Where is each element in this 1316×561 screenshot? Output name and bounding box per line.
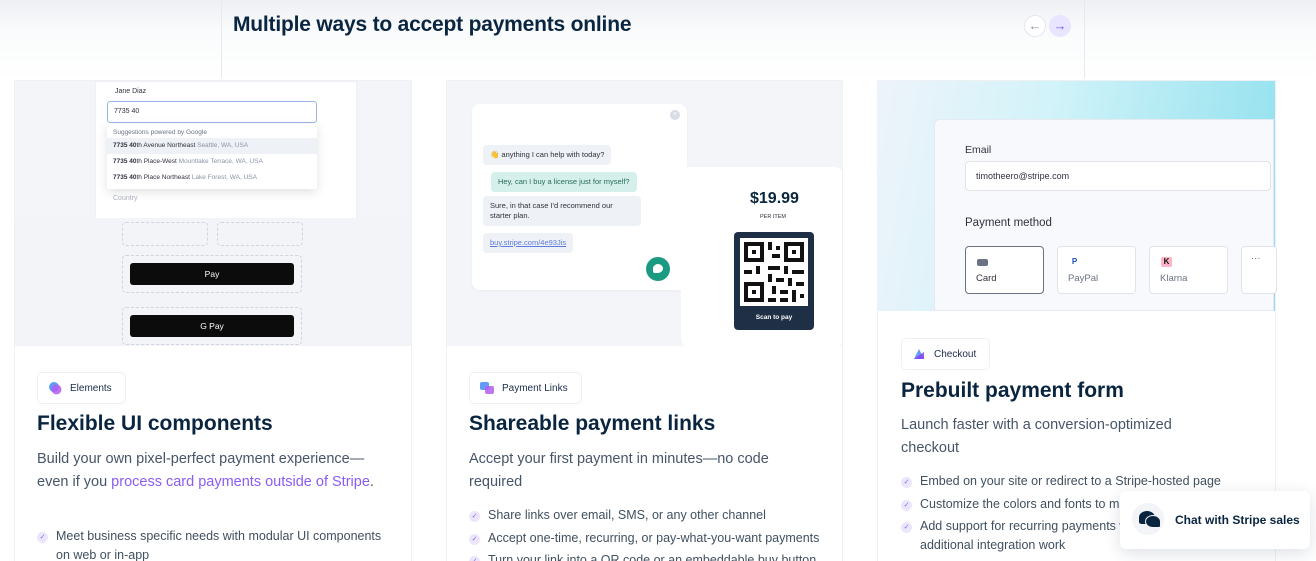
suggestion-location: Lake Forest, WA, USA (191, 174, 257, 181)
layout-guide-line (221, 0, 222, 78)
suggestion-location: Mountlake Terrace, WA, USA (178, 158, 263, 165)
checkout-demo: Email timotheero@stripe.com Payment meth… (878, 81, 1277, 311)
card-title: Flexible UI components (37, 412, 273, 435)
qr-code-graphic (744, 242, 804, 302)
suggestion-location: Seattle, WA, USA (197, 142, 249, 149)
country-label: Country (113, 195, 138, 202)
check-icon: ✓ (901, 522, 912, 533)
feature-list: ✓ Meet business specific needs with modul… (37, 527, 387, 561)
placeholder-field (122, 222, 208, 246)
more-icon: ··· (1251, 253, 1261, 264)
badge-label: Elements (70, 382, 112, 394)
header-band (0, 0, 1316, 80)
check-icon: ✓ (469, 511, 480, 522)
payment-links-logo-icon (480, 382, 494, 394)
chat-bubbles-icon (1132, 503, 1164, 535)
chat-with-sales-label: Chat with Stripe sales (1175, 513, 1300, 527)
feature-list: ✓ Share links over email, SMS, or any oth… (469, 506, 829, 561)
address-name: Jane Diaz (115, 88, 147, 95)
card-description: Build your own pixel-perfect payment exp… (37, 451, 374, 490)
chat-message: Sure, in that case I'd recommend our sta… (483, 196, 641, 226)
suggestion-text: th Place Northeast (136, 174, 190, 181)
elements-badge: Elements (37, 372, 126, 404)
email-label: Email (965, 144, 992, 156)
payment-links-card: × 👋 anything I can help with today? Hey,… (446, 80, 843, 561)
payment-method-label: Payment method (965, 217, 1052, 229)
address-suggestions: Suggestions powered by Google 7735 40th … (107, 124, 317, 189)
section-title: Multiple ways to accept payments online (233, 13, 632, 36)
suggestion-item[interactable]: 7735 40th Place-West Mountlake Terrace, … (107, 154, 317, 170)
elements-demo: Jane Diaz 7735 40 Suggestions powered by… (15, 81, 411, 346)
scan-to-pay-label: Scan to pay (755, 314, 793, 321)
price-unit: PER ITEM (760, 214, 786, 220)
carousel-next-button[interactable]: → (1049, 15, 1071, 37)
suggestion-item[interactable]: 7735 40th Avenue Northeast Seattle, WA, … (107, 138, 317, 154)
payment-method-card[interactable]: Card (965, 246, 1044, 294)
badge-label: Checkout (934, 348, 977, 360)
check-icon: ✓ (37, 532, 48, 543)
checkout-badge: Checkout (901, 338, 991, 370)
suggestion-bold: 7735 40 (113, 158, 137, 165)
qr-code-icon (740, 238, 808, 306)
google-pay-button[interactable]: G Pay (130, 315, 294, 337)
card-description: Launch faster with a conversion-optimize… (901, 417, 1172, 456)
address-input[interactable]: 7735 40 (107, 101, 317, 123)
check-icon: ✓ (469, 533, 480, 545)
feature-item: ✓ Embed on your site or redirect to a Str… (901, 472, 1231, 491)
close-icon[interactable]: × (670, 110, 680, 120)
feature-item: ✓ Meet business specific needs with modul… (37, 527, 387, 561)
qr-card: Scan to pay (734, 232, 814, 330)
check-icon: ✓ (901, 499, 912, 511)
paypal-icon: P (1071, 257, 1078, 266)
klarna-icon: K (1161, 257, 1172, 267)
payment-method-paypal[interactable]: P PayPal (1057, 246, 1136, 294)
chat-link-message: buy.stripe.com/4e93Jis (483, 233, 574, 253)
more-payment-methods-button[interactable]: ··· (1241, 246, 1277, 294)
process-card-payments-link[interactable]: process card payments outside of Stripe (111, 474, 370, 490)
card-icon (977, 259, 988, 266)
chat-panel: × 👋 anything I can help with today? Hey,… (472, 104, 687, 290)
price: $19.99 (750, 190, 799, 207)
badge-label: Payment Links (502, 382, 568, 394)
chat-launcher-icon[interactable] (646, 257, 670, 281)
card-title: Shareable payment links (469, 412, 716, 435)
card-title: Prebuilt payment form (901, 379, 1124, 402)
suggestion-bold: 7735 40 (113, 142, 137, 149)
suggestion-text: th Avenue Northeast (136, 142, 196, 149)
carousel-prev-button[interactable]: ← (1024, 15, 1046, 37)
payment-method-klarna[interactable]: K Klarna (1149, 246, 1228, 294)
checkout-form: Email timotheero@stripe.com Payment meth… (934, 119, 1277, 311)
email-field[interactable]: timotheero@stripe.com (965, 161, 1271, 191)
payment-links-demo: × 👋 anything I can help with today? Hey,… (447, 81, 842, 346)
suggestions-header: Suggestions powered by Google (113, 129, 207, 136)
elements-card: Jane Diaz 7735 40 Suggestions powered by… (14, 80, 412, 561)
suggestion-bold: 7735 40 (113, 174, 137, 181)
wallet-area: Pay G Pay (15, 218, 411, 346)
feature-item: ✓ Accept one-time, recurring, or pay-what… (469, 529, 829, 548)
feature-item: ✓ Share links over email, SMS, or any oth… (469, 506, 829, 525)
chat-message: Hey, can I buy a license just for myself… (491, 172, 637, 192)
payment-link[interactable]: buy.stripe.com/4e93Jis (490, 238, 566, 247)
apple-pay-button[interactable]: Pay (130, 263, 294, 285)
feature-item: ✓Turn your link into a QR code or an emb… (469, 551, 829, 561)
chat-with-sales-widget[interactable]: Chat with Stripe sales (1120, 491, 1310, 549)
payment-links-badge: Payment Links (469, 372, 582, 404)
card-description: Accept your first payment in minutes—no … (469, 451, 769, 490)
suggestion-item[interactable]: 7735 40th Place Northeast Lake Forest, W… (107, 170, 317, 186)
layout-guide-line (1084, 0, 1085, 78)
check-icon: ✓ (901, 477, 912, 488)
suggestion-text: th Place-West (136, 158, 177, 165)
checkout-logo-icon (914, 349, 924, 359)
check-icon: ✓ (469, 556, 480, 561)
elements-logo-icon (49, 382, 62, 395)
checkout-card: Email timotheero@stripe.com Payment meth… (877, 80, 1277, 561)
placeholder-field (217, 222, 303, 246)
chat-message: 👋 anything I can help with today? (483, 145, 612, 165)
